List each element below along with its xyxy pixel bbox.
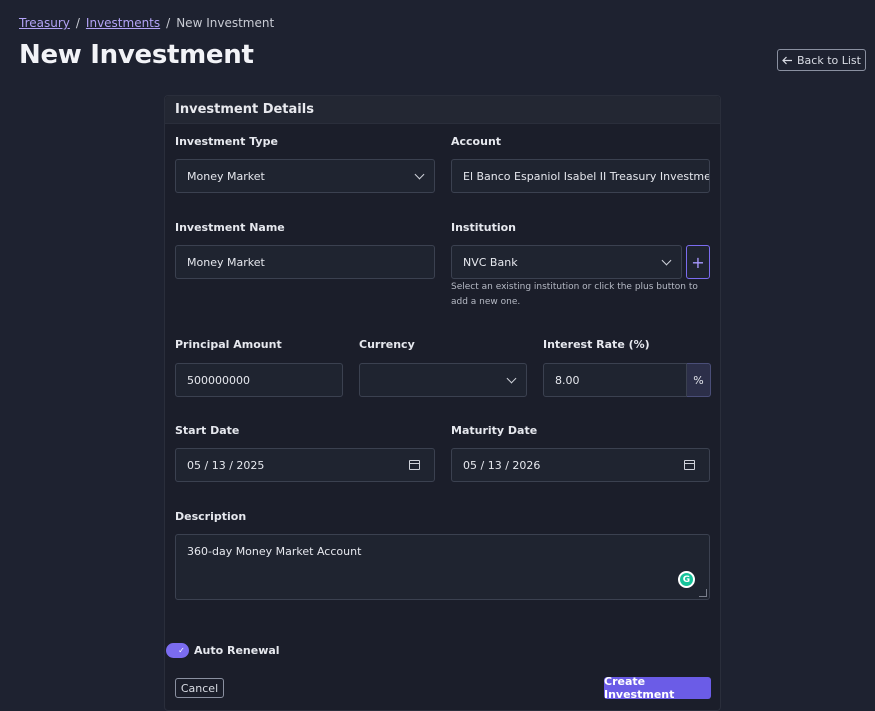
- investment-type-value: Money Market: [187, 169, 265, 183]
- institution-label: Institution: [451, 221, 517, 234]
- institution-select[interactable]: NVC Bank: [451, 245, 682, 279]
- interest-rate-input[interactable]: 8.00: [543, 363, 687, 397]
- maturity-date-label: Maturity Date: [451, 424, 538, 437]
- back-to-list-button[interactable]: Back to List: [777, 49, 866, 71]
- breadcrumb-current: New Investment: [176, 16, 275, 30]
- create-investment-button[interactable]: Create Investment: [604, 675, 711, 701]
- auto-renewal-toggle[interactable]: ✓: [166, 643, 189, 658]
- principal-amount-label: Principal Amount: [175, 338, 282, 351]
- institution-value: NVC Bank: [463, 255, 518, 269]
- investment-type-select[interactable]: Money Market: [175, 159, 435, 193]
- check-icon: ✓: [178, 646, 185, 655]
- chevron-down-icon: [414, 169, 425, 180]
- account-select[interactable]: El Banco Espaniol Isabel II Treasury Inv…: [451, 159, 710, 193]
- resize-handle[interactable]: [699, 589, 707, 597]
- calendar-icon[interactable]: [684, 460, 695, 470]
- investment-name-value: Money Market: [187, 255, 265, 269]
- breadcrumb-separator: /: [166, 16, 171, 30]
- chevron-down-icon: [661, 255, 672, 266]
- start-date-input[interactable]: 05 / 13 / 2025: [175, 448, 435, 482]
- breadcrumb-investments-link[interactable]: Investments: [86, 16, 160, 30]
- auto-renewal-label: Auto Renewal: [194, 644, 280, 657]
- calendar-icon[interactable]: [409, 460, 420, 470]
- principal-amount-value: 500000000: [187, 373, 250, 387]
- account-value: El Banco Espaniol Isabel II Treasury Inv…: [463, 169, 710, 183]
- description-value: 360-day Money Market Account: [187, 545, 362, 558]
- maturity-date-value: 05 / 13 / 2026: [463, 458, 541, 472]
- currency-label: Currency: [359, 338, 415, 351]
- grammarly-icon[interactable]: G: [678, 571, 695, 588]
- back-to-list-label: Back to List: [797, 53, 861, 67]
- currency-select[interactable]: [359, 363, 527, 397]
- investment-type-label: Investment Type: [175, 135, 278, 148]
- percent-addon: %: [687, 363, 711, 397]
- interest-rate-value: 8.00: [555, 373, 580, 387]
- breadcrumb-separator: /: [75, 16, 80, 30]
- breadcrumb-treasury-link[interactable]: Treasury: [19, 16, 70, 30]
- investment-name-label: Investment Name: [175, 221, 285, 234]
- description-textarea[interactable]: 360-day Money Market Account G: [175, 534, 710, 600]
- card-title: Investment Details: [165, 96, 720, 124]
- arrow-left-icon: [782, 56, 792, 64]
- interest-rate-label: Interest Rate (%): [543, 338, 650, 351]
- chevron-down-icon: [506, 373, 517, 384]
- principal-amount-input[interactable]: 500000000: [175, 363, 343, 397]
- add-institution-button[interactable]: +: [686, 245, 710, 279]
- institution-help-text: Select an existing institution or click …: [451, 282, 698, 307]
- page-title: New Investment: [19, 40, 254, 70]
- start-date-label: Start Date: [175, 424, 240, 437]
- description-label: Description: [175, 510, 247, 523]
- cancel-button[interactable]: Cancel: [175, 678, 224, 698]
- maturity-date-input[interactable]: 05 / 13 / 2026: [451, 448, 710, 482]
- start-date-value: 05 / 13 / 2025: [187, 458, 265, 472]
- investment-name-input[interactable]: Money Market: [175, 245, 435, 279]
- breadcrumb: Treasury / Investments / New Investment: [19, 16, 274, 30]
- account-label: Account: [451, 135, 502, 148]
